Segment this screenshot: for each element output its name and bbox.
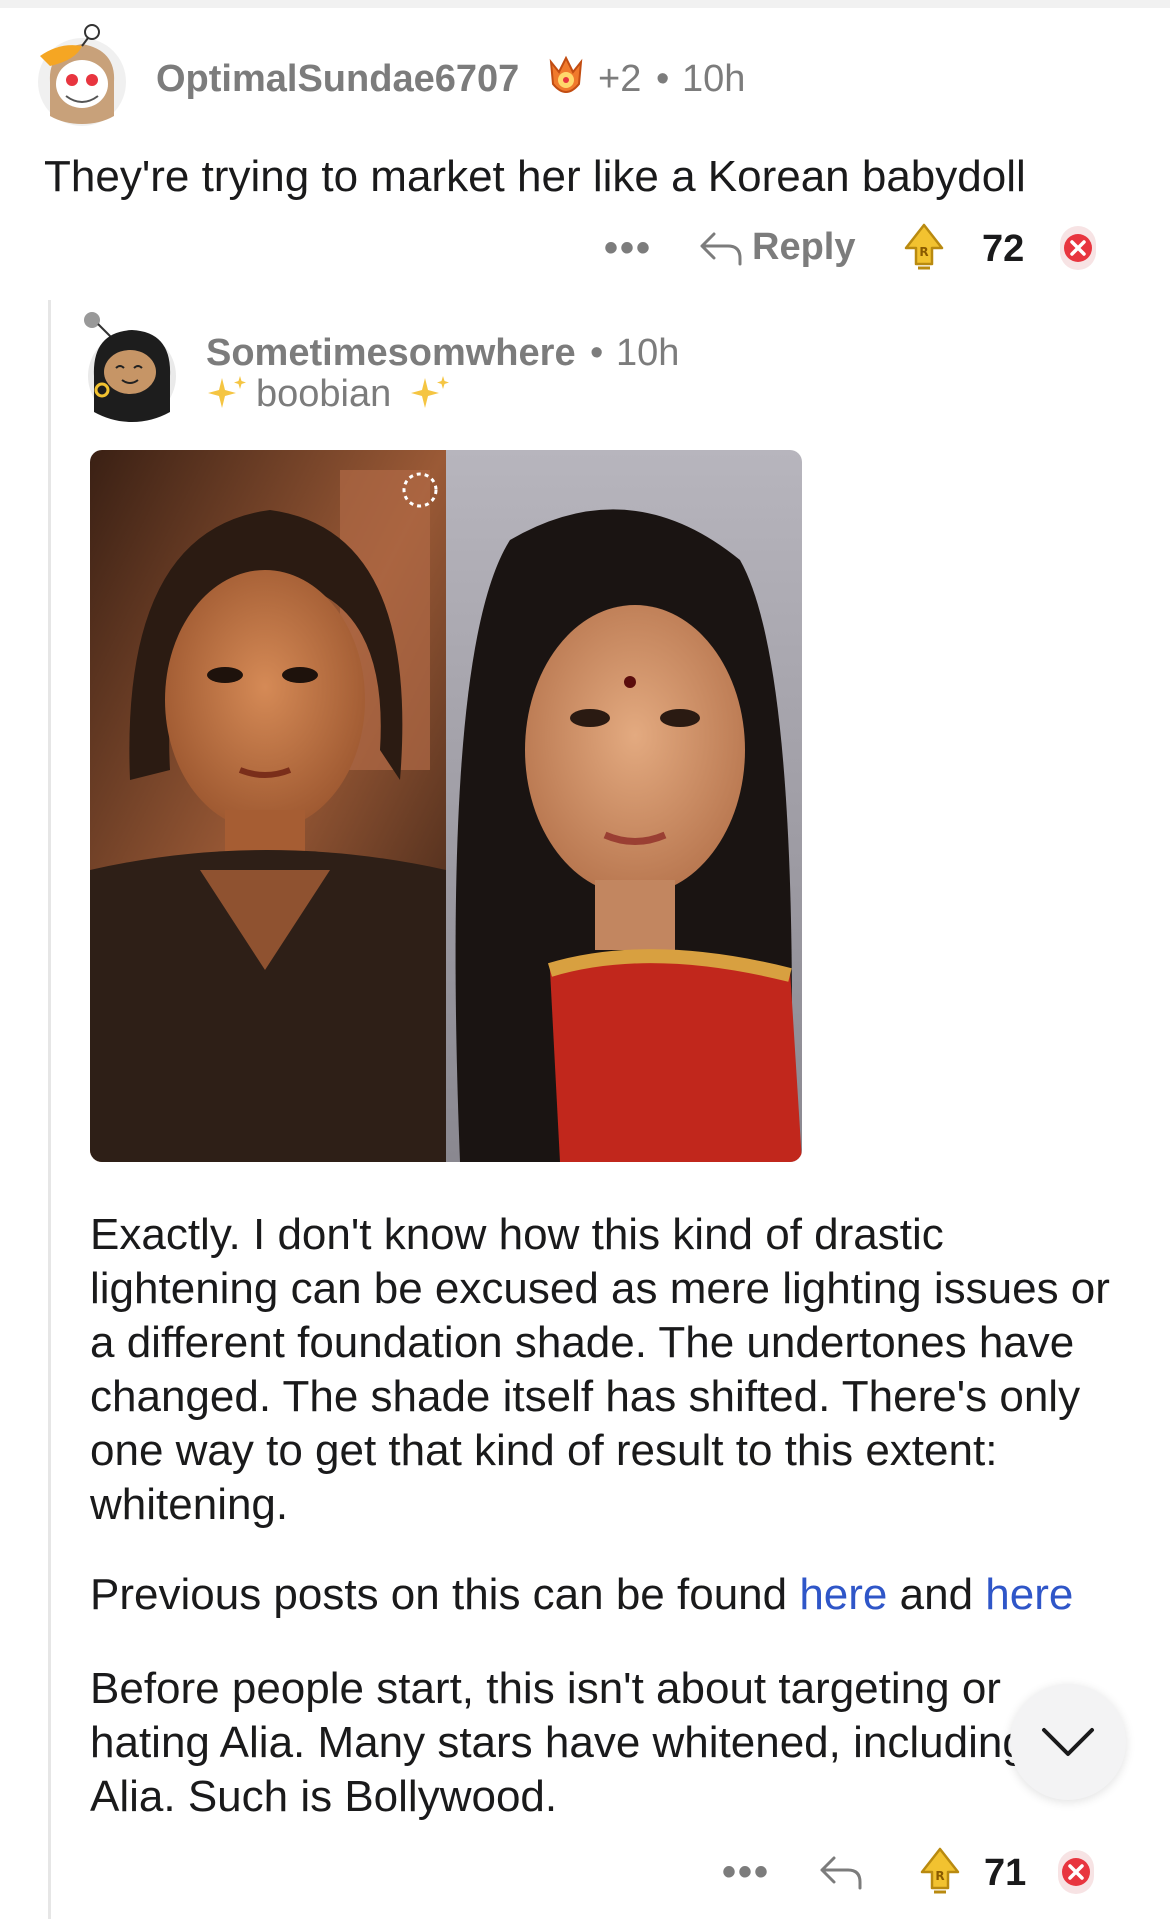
user-flair: boobian xyxy=(206,372,453,416)
more-options-button[interactable]: ••• xyxy=(604,226,652,271)
snoo-avatar-icon xyxy=(38,24,126,126)
comment-actions: ••• Reply R 72 xyxy=(604,222,1104,278)
vote-count: 71 xyxy=(984,1852,1027,1894)
more-options-button[interactable]: ••• xyxy=(722,1850,770,1895)
sparkle-icon xyxy=(411,376,450,408)
meta-separator: • xyxy=(656,58,670,100)
upvote-icon: R xyxy=(920,1847,960,1894)
reply-arrow-icon xyxy=(820,1856,862,1890)
comment-username[interactable]: OptimalSundae6707 xyxy=(156,58,519,101)
downvote-button[interactable] xyxy=(1058,224,1098,272)
award-icon[interactable] xyxy=(543,54,589,106)
svg-text:R: R xyxy=(919,245,928,259)
thread-line[interactable] xyxy=(48,300,51,1919)
sparkle-icon xyxy=(208,376,246,408)
comment-time: 10h xyxy=(682,58,746,100)
comment-paragraph: Previous posts on this can be found here… xyxy=(90,1568,1120,1622)
upvote-button[interactable]: R xyxy=(902,222,946,274)
flair-text: boobian xyxy=(256,372,392,415)
downvote-icon xyxy=(1058,1850,1094,1894)
comment-time: 10h xyxy=(616,332,680,374)
user-avatar[interactable] xyxy=(82,302,182,424)
snoo-avatar-icon xyxy=(84,312,176,422)
downvote-icon xyxy=(1060,226,1096,270)
image-comparison[interactable] xyxy=(90,450,802,1162)
reply-label: Reply xyxy=(752,226,856,268)
award-count: +2 xyxy=(598,58,642,100)
collapse-thread-button[interactable] xyxy=(1010,1684,1126,1800)
link-here-1[interactable]: here xyxy=(799,1570,887,1619)
user-avatar[interactable] xyxy=(30,20,134,130)
comment-paragraph: Exactly. I don't know how this kind of d… xyxy=(90,1210,1110,1529)
meta-separator: • xyxy=(590,332,604,374)
upvote-button[interactable]: R xyxy=(918,1846,962,1898)
vote-count: 72 xyxy=(982,228,1025,270)
right-photo xyxy=(402,450,802,1162)
upvote-icon: R xyxy=(904,223,944,270)
paragraph-text: and xyxy=(887,1570,986,1619)
comment-actions: ••• R 71 xyxy=(722,1846,1122,1902)
reply-arrow-icon xyxy=(700,232,742,265)
downvote-button[interactable] xyxy=(1056,1848,1096,1896)
comment-body: They're trying to market her like a Kore… xyxy=(44,152,1026,201)
link-here-2[interactable]: here xyxy=(985,1570,1073,1619)
comment-paragraph: Before people start, this isn't about ta… xyxy=(90,1664,1027,1821)
reply-button[interactable] xyxy=(818,1852,864,1892)
svg-text:R: R xyxy=(935,1869,944,1883)
top-divider xyxy=(0,0,1170,8)
reply-button[interactable]: Reply xyxy=(698,226,855,269)
chevron-down-icon xyxy=(1042,1728,1094,1756)
comment-username[interactable]: Sometimesomwhere xyxy=(206,332,576,375)
paragraph-text: Previous posts on this can be found xyxy=(90,1570,800,1619)
left-photo xyxy=(90,450,446,1162)
